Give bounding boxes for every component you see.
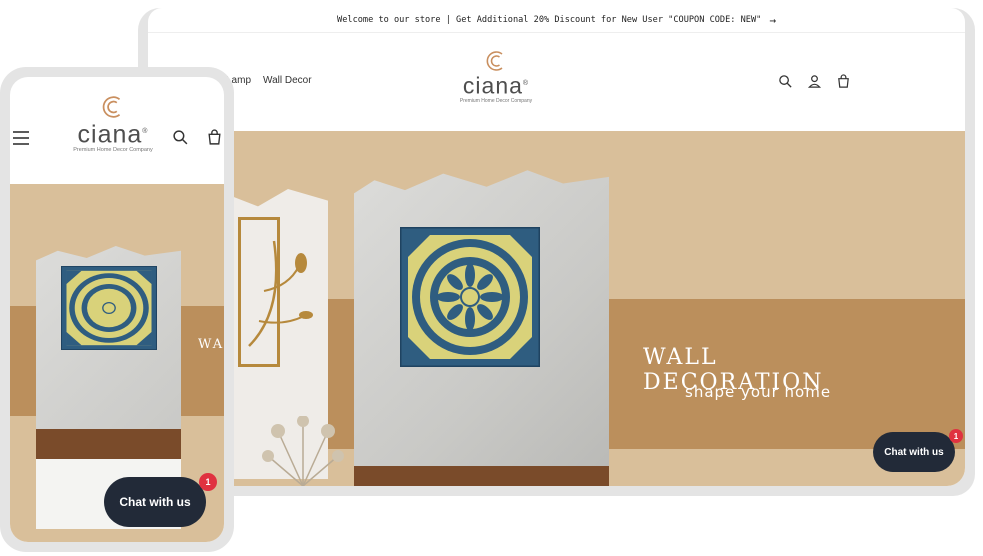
divider xyxy=(148,32,965,33)
chat-notification-badge: 1 xyxy=(199,473,217,491)
logo-sunburst-icon xyxy=(486,51,503,71)
registered-mark: ® xyxy=(142,128,149,135)
cart-icon[interactable] xyxy=(836,74,851,89)
chat-button-label: Chat with us xyxy=(119,495,191,509)
brand-tagline: Premium Home Decor Company xyxy=(73,147,153,154)
mandala-wall-art-image xyxy=(400,227,540,367)
tv-stand-image xyxy=(36,429,181,459)
chat-button-label: Chat with us xyxy=(884,446,944,458)
cart-icon[interactable] xyxy=(206,129,223,146)
header-icons xyxy=(778,74,851,89)
mobile-screen: ciana® Premium Home Decor Company WA Cha… xyxy=(10,77,224,542)
registered-mark: ® xyxy=(522,80,530,87)
mobile-hero-title-fragment: WAL xyxy=(198,337,224,352)
brand-logo[interactable]: ciana® Premium Home Decor Company xyxy=(448,50,544,104)
logo-sunburst-icon xyxy=(102,96,121,118)
announcement-bar[interactable]: Welcome to our store | Get Additional 20… xyxy=(148,8,965,32)
brand-name: ciana xyxy=(462,72,523,99)
search-icon[interactable] xyxy=(778,74,793,89)
hamburger-menu-icon[interactable] xyxy=(13,131,29,145)
mandala-wall-art-image xyxy=(61,266,157,350)
mobile-device-frame: ciana® Premium Home Decor Company WA Cha… xyxy=(0,67,234,552)
brand-name: ciana xyxy=(77,120,143,149)
chat-with-us-button[interactable]: Chat with us xyxy=(104,477,206,527)
gold-floral-branch-image xyxy=(248,240,313,347)
search-icon[interactable] xyxy=(172,129,189,146)
brand-tagline: Premium Home Decor Company xyxy=(459,97,533,104)
dried-flowers-image xyxy=(262,416,344,486)
chat-with-us-button[interactable]: Chat with us xyxy=(873,432,955,472)
desktop-device-frame: Welcome to our store | Get Additional 20… xyxy=(138,8,975,496)
hero-banner[interactable]: WALL DECORATION shape your home xyxy=(148,131,965,486)
brand-logo-mobile[interactable]: ciana® Premium Home Decor Company xyxy=(65,95,161,153)
desktop-screen: Welcome to our store | Get Additional 20… xyxy=(148,8,965,486)
nav-item-wall-decor[interactable]: Wall Decor xyxy=(263,75,312,86)
arrow-right-icon[interactable]: → xyxy=(769,14,776,27)
account-icon[interactable] xyxy=(807,74,822,89)
tv-stand-image xyxy=(354,466,609,486)
announcement-text: Welcome to our store | Get Additional 20… xyxy=(337,15,762,25)
chat-notification-badge: 1 xyxy=(949,429,963,443)
hero-subtitle: shape your home xyxy=(685,383,832,401)
